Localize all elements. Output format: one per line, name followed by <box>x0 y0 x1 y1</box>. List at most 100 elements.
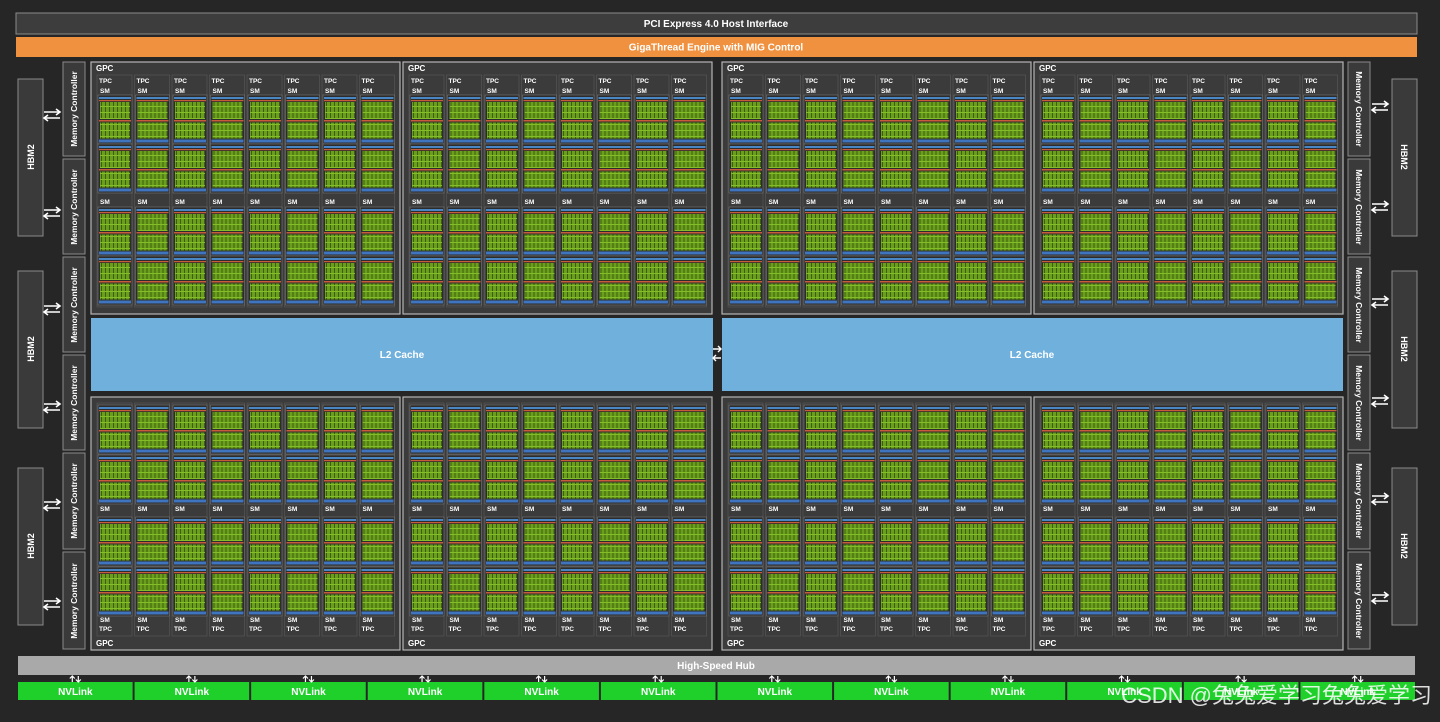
sm-label: SM <box>487 199 497 206</box>
sm-label: SM <box>806 506 816 513</box>
tpc-block: TPC SM SM <box>1114 74 1151 308</box>
sm-unit <box>597 143 632 194</box>
sm-unit <box>953 94 989 145</box>
sm-unit <box>1265 255 1301 306</box>
sm-label: SM <box>250 199 260 206</box>
sm-unit <box>484 516 520 567</box>
sm-label: SM <box>450 199 460 206</box>
sm-unit <box>559 206 595 257</box>
sm-unit <box>559 404 595 455</box>
tpc-label: TPC <box>674 626 687 633</box>
tpc-label: TPC <box>674 78 687 85</box>
sm-unit <box>672 404 707 455</box>
tpc-block: SM SM TPC <box>915 402 951 637</box>
sm-unit <box>1190 454 1226 505</box>
nvlink-label: NVLink <box>874 687 909 698</box>
sm-unit <box>135 94 170 145</box>
sm-unit <box>1115 454 1151 505</box>
tpc-block: TPC SM SM <box>558 74 595 308</box>
tpc-block: TPC SM SM <box>765 74 801 308</box>
sm-unit <box>1078 516 1113 567</box>
sm-unit <box>322 516 358 567</box>
sm-unit <box>484 566 520 617</box>
tpc-label: TPC <box>599 78 612 85</box>
sm-label: SM <box>769 617 779 624</box>
sm-unit <box>447 454 482 505</box>
sm-unit <box>322 566 358 617</box>
tpc-block: SM SM TPC <box>1189 402 1226 637</box>
sm-unit <box>991 516 1026 567</box>
sm-label: SM <box>213 88 223 95</box>
sm-label: SM <box>806 199 816 206</box>
sm-label: SM <box>600 199 610 206</box>
sm-label: SM <box>1193 506 1203 513</box>
sm-unit <box>953 454 989 505</box>
sm-label: SM <box>675 617 685 624</box>
sm-label: SM <box>450 617 460 624</box>
memory-controller-label: Memory Controller <box>1354 169 1364 245</box>
sm-unit <box>285 94 320 145</box>
sm-unit <box>1040 255 1076 306</box>
tpc-block: SM SM TPC <box>633 402 670 637</box>
sm-unit <box>728 94 764 145</box>
sm-unit <box>135 206 170 257</box>
sm-unit <box>409 566 445 617</box>
sm-unit <box>447 94 482 145</box>
sm-unit <box>247 206 283 257</box>
sm-unit <box>522 94 557 145</box>
tpc-block: SM SM TPC <box>990 402 1026 637</box>
sm-unit <box>803 454 839 505</box>
sm-unit <box>559 454 595 505</box>
sm-unit <box>559 94 595 145</box>
sm-unit <box>172 206 208 257</box>
sm-unit <box>360 94 395 145</box>
sm-unit <box>1265 143 1301 194</box>
tpc-block: TPC SM SM <box>171 74 208 308</box>
sm-unit <box>210 516 245 567</box>
sm-unit <box>1153 143 1188 194</box>
l2-cache-right: L2 Cache <box>722 318 1343 391</box>
nvlink-label: NVLink <box>758 687 793 698</box>
sm-label: SM <box>956 88 966 95</box>
gpc-block: GPCTPCSMSMTPCSMSMTPCSMSMTPCSMSMTPCSMSMTP… <box>721 61 1032 315</box>
sm-unit <box>285 143 320 194</box>
sm-unit <box>172 516 208 567</box>
sm-unit <box>803 143 839 194</box>
tpc-label: TPC <box>137 78 150 85</box>
gpc-label: GPC <box>1039 64 1057 73</box>
sm-unit <box>1078 143 1113 194</box>
gpc-block: GPCSMSMTPCSMSMTPCSMSMTPCSMSMTPCSMSMTPCSM… <box>1033 396 1344 651</box>
sm-label: SM <box>1306 88 1316 95</box>
tpc-block: SM SM TPC <box>359 402 395 637</box>
tpc-block: TPC SM SM <box>1264 74 1301 308</box>
sm-unit <box>1190 404 1226 455</box>
hbm-stack-right-1: HBM2 <box>1391 78 1418 237</box>
sm-unit <box>285 255 320 306</box>
sm-unit <box>247 454 283 505</box>
sm-unit <box>841 404 876 455</box>
sm-label: SM <box>138 617 148 624</box>
memory-controller-left-1: Memory Controller <box>62 61 86 157</box>
tpc-label: TPC <box>636 78 649 85</box>
sm-unit <box>522 255 557 306</box>
sm-label: SM <box>919 617 929 624</box>
sm-unit <box>1303 255 1338 306</box>
sm-unit <box>172 255 208 306</box>
sm-label: SM <box>250 88 260 95</box>
sm-unit <box>766 143 801 194</box>
tpc-block: SM SM TPC <box>446 402 482 637</box>
sm-label: SM <box>600 617 610 624</box>
tpc-block: TPC SM SM <box>134 74 170 308</box>
sm-unit <box>210 94 245 145</box>
sm-unit <box>878 206 914 257</box>
tpc-label: TPC <box>730 626 743 633</box>
sm-unit <box>991 566 1026 617</box>
sm-label: SM <box>675 506 685 513</box>
sm-unit <box>285 404 320 455</box>
sm-unit <box>672 143 707 194</box>
sm-unit <box>285 206 320 257</box>
tpc-label: TPC <box>1155 78 1168 85</box>
tpc-block: TPC SM SM <box>446 74 482 308</box>
sm-unit <box>634 516 670 567</box>
sm-unit <box>247 255 283 306</box>
